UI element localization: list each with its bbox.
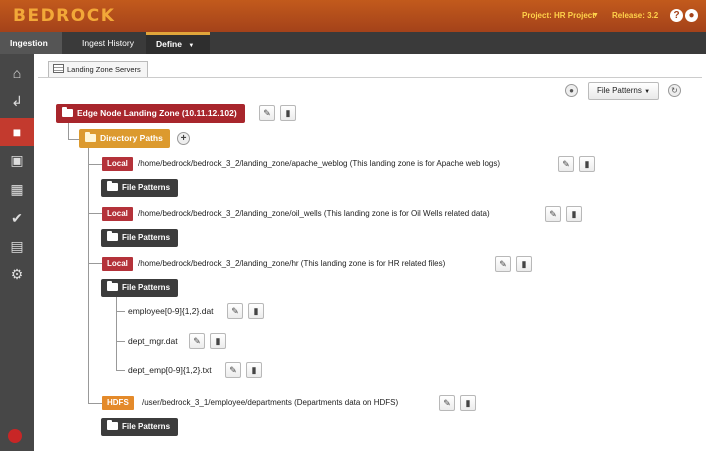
directory-paths-button[interactable]: Directory Paths <box>79 129 170 148</box>
list-icon <box>53 64 64 73</box>
file-patterns-button[interactable]: File Patterns <box>101 279 179 297</box>
tree-line <box>116 370 125 371</box>
file-patterns-label: File Patterns <box>122 283 171 292</box>
add-icon[interactable]: + <box>177 132 190 145</box>
workflow-icon[interactable]: ↲ <box>0 87 34 115</box>
subtab-landing-zone-servers[interactable]: Landing Zone Servers <box>48 61 148 78</box>
tab-define[interactable]: Define ▼ <box>146 32 210 54</box>
edit-icon[interactable]: ✎ <box>495 256 511 272</box>
directory-path: /home/bedrock/bedrock_3_2/landing_zone/h… <box>138 259 446 268</box>
file-patterns-dropdown-label: File Patterns <box>596 86 642 95</box>
file-pattern-item: dept_emp[0-9]{1,2}.txt <box>128 365 212 375</box>
folder-icon <box>85 132 96 142</box>
folder-icon <box>107 231 118 241</box>
tree-line <box>88 403 102 404</box>
tree-line <box>116 341 125 342</box>
brand-dot <box>8 429 22 443</box>
grid-icon[interactable]: ▦ <box>0 175 34 203</box>
file-patterns-dropdown[interactable]: File Patterns ▼ <box>588 82 659 100</box>
tab-define-label: Define <box>156 39 182 49</box>
delete-icon[interactable]: ▮ <box>210 333 226 349</box>
file-patterns-label: File Patterns <box>122 183 171 192</box>
settings-icon[interactable]: ● <box>565 84 578 97</box>
tab-ingest-history[interactable]: Ingest History <box>72 32 144 54</box>
edit-icon[interactable]: ✎ <box>545 206 561 222</box>
delete-icon[interactable]: ▮ <box>460 395 476 411</box>
local-badge: Local <box>102 257 133 271</box>
file-pattern-item: dept_mgr.dat <box>128 336 178 346</box>
edit-icon[interactable]: ✎ <box>259 105 275 121</box>
file-patterns-label: File Patterns <box>122 422 171 431</box>
check-icon[interactable]: ✔ <box>0 204 34 232</box>
user-icon[interactable]: ● <box>685 9 698 22</box>
edge-node-landing-zone-button[interactable]: Edge Node Landing Zone (10.11.12.102) <box>56 104 245 123</box>
question-icon[interactable]: ? <box>670 9 683 22</box>
clipboard-icon[interactable]: ▤ <box>0 232 34 260</box>
file-patterns-button[interactable]: File Patterns <box>101 229 179 247</box>
local-badge: Local <box>102 207 133 221</box>
side-nav: ⌂ ↲ ■ ▣ ▦ ✔ ▤ ⚙ <box>0 54 34 451</box>
folder-icon <box>107 420 118 430</box>
delete-icon[interactable]: ▮ <box>248 303 264 319</box>
chevron-down-icon[interactable]: ▼ <box>592 12 599 19</box>
chevron-down-icon: ▼ <box>188 43 195 49</box>
folder-icon <box>107 281 118 291</box>
delete-icon[interactable]: ▮ <box>246 362 262 378</box>
folder-icon <box>62 107 73 117</box>
edit-icon[interactable]: ✎ <box>439 395 455 411</box>
root-label: Edge Node Landing Zone (10.11.12.102) <box>77 108 237 118</box>
refresh-icon[interactable]: ↻ <box>668 84 681 97</box>
tree-line <box>68 123 69 140</box>
edit-icon[interactable]: ✎ <box>225 362 241 378</box>
landing-zone-icon[interactable]: ■ <box>0 118 34 146</box>
directory-paths-label: Directory Paths <box>100 133 163 143</box>
tree-line <box>116 311 125 312</box>
main-tab-bar: Ingestion Ingest History Define ▼ <box>0 32 706 54</box>
local-badge: Local <box>102 157 133 171</box>
tree-line <box>88 263 102 264</box>
directory-path: /home/bedrock/bedrock_3_2/landing_zone/a… <box>138 159 501 168</box>
directory-path: /user/bedrock_3_1/employee/departments (… <box>142 398 399 407</box>
top-bar: BEDROCK Project: HR Project ▼ Release: 3… <box>0 0 706 32</box>
hdfs-badge: HDFS <box>102 396 134 410</box>
tab-ingestion[interactable]: Ingestion <box>0 32 62 54</box>
file-patterns-label: File Patterns <box>122 233 171 242</box>
edit-icon[interactable]: ✎ <box>227 303 243 319</box>
release-selector[interactable]: Release: 3.2 <box>612 11 658 20</box>
delete-icon[interactable]: ▮ <box>280 105 296 121</box>
delete-icon[interactable]: ▮ <box>579 156 595 172</box>
briefcase-icon[interactable]: ▣ <box>0 146 34 174</box>
tree-line <box>88 148 89 404</box>
app-logo: BEDROCK <box>13 6 116 26</box>
chevron-down-icon: ▼ <box>644 89 651 95</box>
file-pattern-item: employee[0-9]{1,2}.dat <box>128 306 214 316</box>
delete-icon[interactable]: ▮ <box>516 256 532 272</box>
edit-icon[interactable]: ✎ <box>189 333 205 349</box>
tree-line <box>116 296 117 371</box>
home-icon[interactable]: ⌂ <box>0 59 34 87</box>
tree-line <box>88 164 102 165</box>
edit-icon[interactable]: ✎ <box>558 156 574 172</box>
project-selector[interactable]: Project: HR Project <box>522 11 595 20</box>
gear-icon[interactable]: ⚙ <box>0 260 34 288</box>
divider <box>38 77 702 78</box>
file-patterns-button[interactable]: File Patterns <box>101 418 179 436</box>
file-patterns-button[interactable]: File Patterns <box>101 179 179 197</box>
folder-icon <box>107 181 118 191</box>
tree-line <box>68 139 79 140</box>
directory-path: /home/bedrock/bedrock_3_2/landing_zone/o… <box>138 209 490 218</box>
tree-line <box>88 213 102 214</box>
delete-icon[interactable]: ▮ <box>566 206 582 222</box>
subtab-label: Landing Zone Servers <box>67 65 141 74</box>
